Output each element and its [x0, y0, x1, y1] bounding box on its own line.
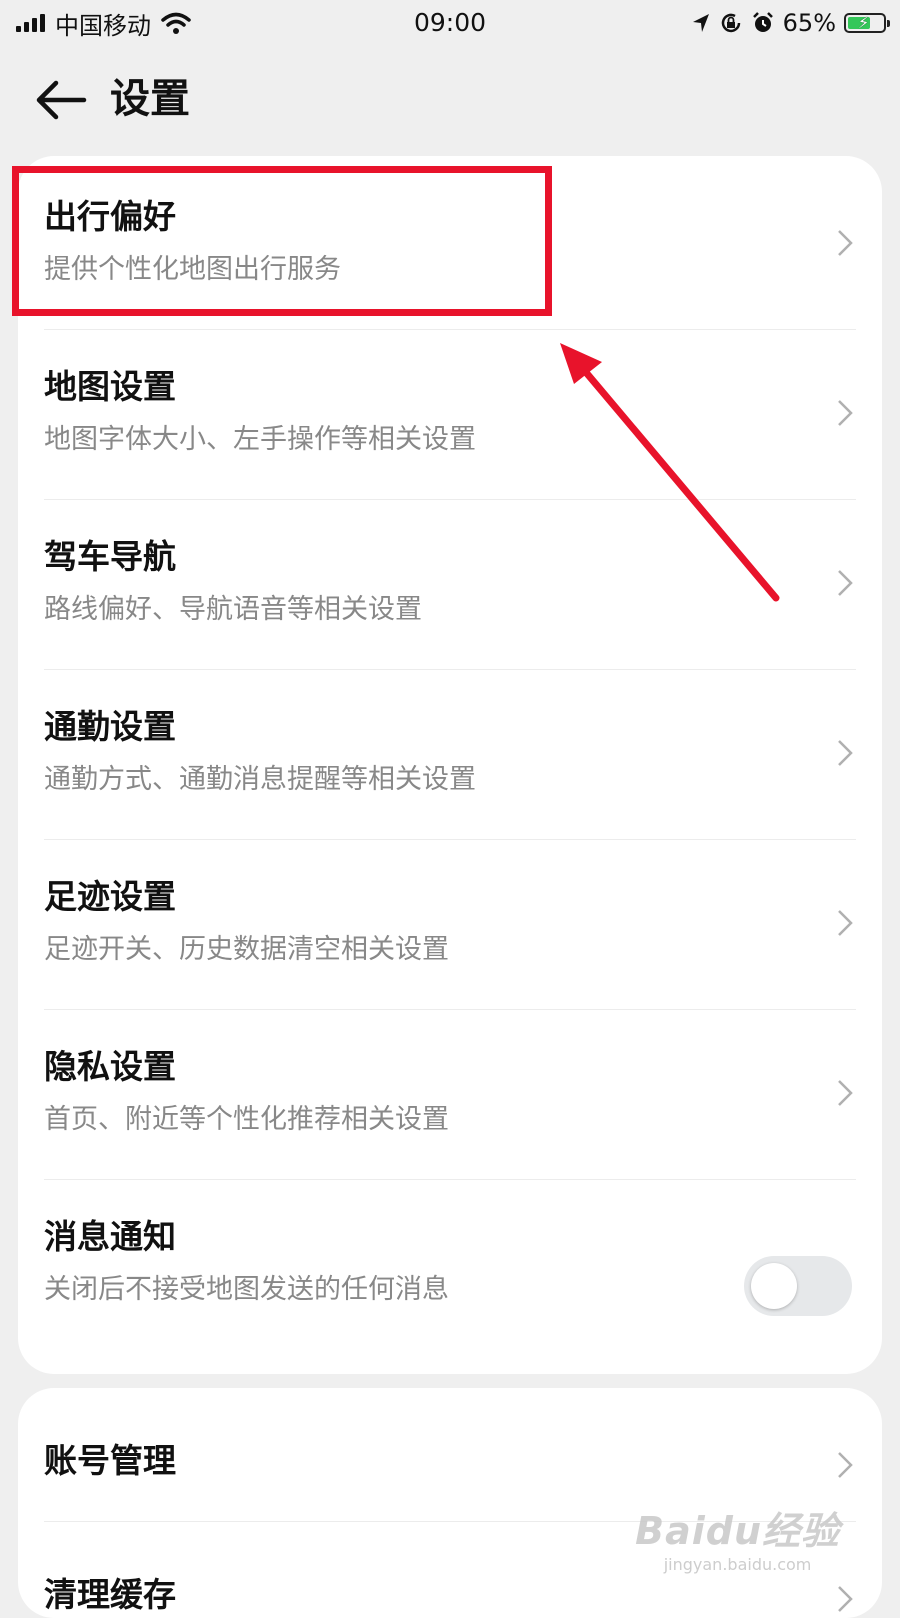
- settings-item-footprint-settings[interactable]: 足迹设置 足迹开关、历史数据清空相关设置: [18, 836, 882, 1010]
- chevron-right-icon: [838, 740, 853, 766]
- chevron-right-icon: [838, 910, 853, 936]
- watermark-main: Baidu经验: [635, 1509, 840, 1553]
- item-title: 地图设置: [44, 367, 176, 406]
- settings-item-map-settings[interactable]: 地图设置 地图字体大小、左手操作等相关设置: [18, 326, 882, 500]
- chevron-right-icon: [838, 1080, 853, 1106]
- back-button[interactable]: [34, 78, 88, 122]
- chevron-right-icon: [838, 230, 853, 256]
- item-title: 清理缓存: [44, 1575, 176, 1614]
- watermark-sub: jingyan.baidu.com: [663, 1555, 812, 1574]
- settings-item-privacy-settings[interactable]: 隐私设置 首页、附近等个性化推荐相关设置: [18, 1006, 882, 1180]
- item-subtitle: 关闭后不接受地图发送的任何消息: [44, 1274, 449, 1305]
- chevron-right-icon: [838, 570, 853, 596]
- annotation-highlight-box: [12, 166, 552, 316]
- rotation-lock-icon: [721, 13, 740, 33]
- charging-bolt-icon: ⚡: [858, 13, 870, 32]
- settings-item-message-notification: 消息通知 关闭后不接受地图发送的任何消息: [18, 1176, 882, 1350]
- battery-percentage: 65%: [782, 9, 836, 37]
- chevron-right-icon: [838, 1452, 853, 1478]
- battery-icon: ⚡: [844, 13, 890, 33]
- alarm-icon: [752, 12, 773, 32]
- item-title: 消息通知: [44, 1217, 176, 1256]
- item-subtitle: 通勤方式、通勤消息提醒等相关设置: [44, 764, 476, 795]
- item-subtitle: 路线偏好、导航语音等相关设置: [44, 594, 422, 625]
- arrow-left-icon: [36, 80, 87, 120]
- chevron-right-icon: [838, 1586, 853, 1612]
- notification-toggle[interactable]: [744, 1256, 852, 1316]
- settings-card: 出行偏好 提供个性化地图出行服务 地图设置 地图字体大小、左手操作等相关设置 驾…: [18, 156, 882, 1374]
- settings-item-commute-settings[interactable]: 通勤设置 通勤方式、通勤消息提醒等相关设置: [18, 666, 882, 840]
- status-bar: 中国移动 09:00 65% ⚡: [0, 0, 900, 46]
- location-icon: [692, 14, 709, 32]
- item-title: 隐私设置: [44, 1047, 176, 1086]
- item-subtitle: 足迹开关、历史数据清空相关设置: [44, 934, 449, 965]
- item-title: 足迹设置: [44, 877, 176, 916]
- header: 设置: [0, 60, 900, 140]
- item-title: 账号管理: [44, 1441, 176, 1480]
- toggle-knob: [751, 1263, 797, 1309]
- settings-item-driving-navigation[interactable]: 驾车导航 路线偏好、导航语音等相关设置: [18, 496, 882, 670]
- item-subtitle: 首页、附近等个性化推荐相关设置: [44, 1104, 449, 1135]
- item-subtitle: 地图字体大小、左手操作等相关设置: [44, 424, 476, 455]
- chevron-right-icon: [838, 400, 853, 426]
- item-title: 驾车导航: [44, 537, 176, 576]
- page-title: 设置: [110, 76, 190, 122]
- baidu-watermark-logo: Baidu经验 jingyan.baidu.com: [635, 1500, 840, 1574]
- item-title: 通勤设置: [44, 707, 176, 746]
